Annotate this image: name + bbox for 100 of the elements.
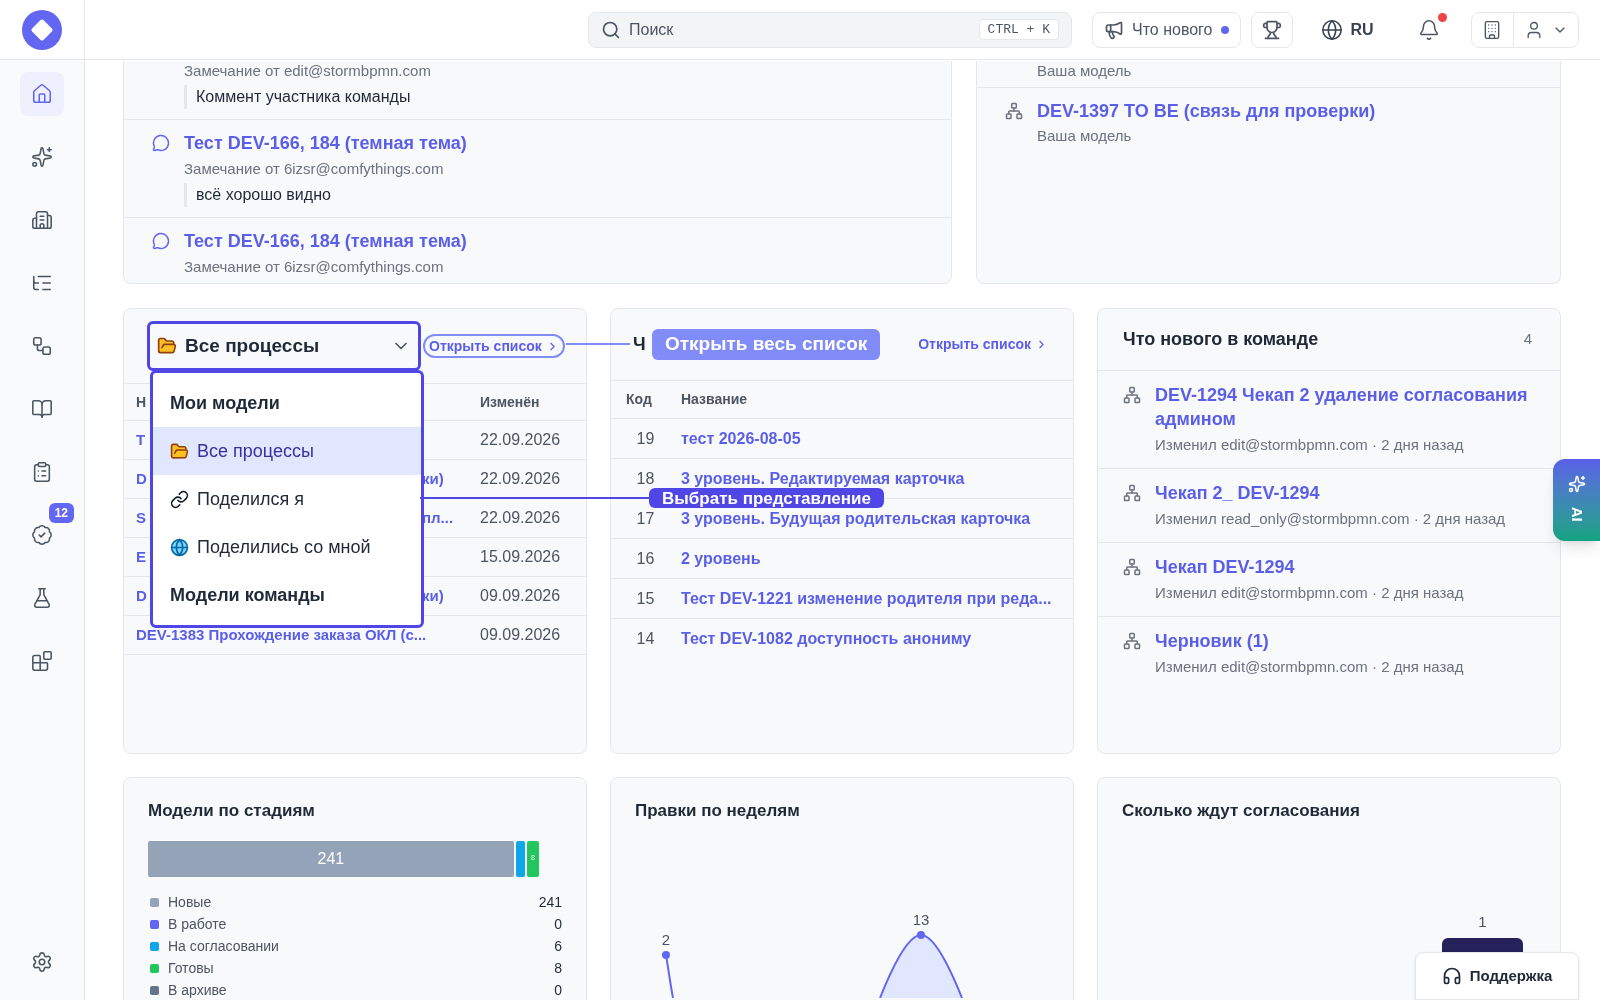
- legend-value: 6: [554, 937, 562, 956]
- table-cell-text: 09.09.2026: [480, 625, 561, 645]
- comment-title-link[interactable]: Тест DEV-166, 184 (темная тема): [184, 229, 467, 253]
- table-cell-text: 16: [635, 548, 656, 569]
- table-cell-text: 22.09.2026: [480, 430, 561, 450]
- comment-title-link[interactable]: Тест DEV-166, 184 (темная тема): [184, 131, 467, 155]
- table-cell-text: 19: [635, 428, 656, 449]
- data-label: 13: [912, 911, 930, 928]
- table-cell-text: 09.09.2026: [480, 586, 561, 606]
- comment-icon: [152, 134, 170, 152]
- data-label: 2: [661, 931, 671, 948]
- legend-value: 241: [538, 893, 562, 912]
- diagram-icon: [1123, 632, 1141, 650]
- model-title-link[interactable]: Чекап 2_ DEV-1294: [1155, 481, 1506, 505]
- column-header: Изменён: [480, 392, 540, 412]
- table-cell-text: 14: [635, 629, 656, 649]
- menu-group-heading: Мои модели: [169, 391, 281, 415]
- model-link[interactable]: Т: [136, 431, 146, 448]
- change-info: Изменил edit@stormbpmn.com · 2 дня назад: [1155, 435, 1465, 455]
- model-link[interactable]: DEV-1383 Прохождение заказа ОКЛ (с...: [136, 626, 427, 643]
- column-header: Название: [681, 390, 748, 409]
- diagram-icon: [1005, 102, 1023, 120]
- diagram-icon: [1123, 484, 1141, 502]
- blocks-icon: [31, 650, 53, 672]
- sparkles-icon: [31, 146, 53, 168]
- model-link[interactable]: D: [136, 470, 147, 487]
- clipboard-icon: [31, 461, 53, 483]
- table-cell-text: 17: [635, 508, 656, 529]
- connector-line: [566, 343, 630, 345]
- model-owner: Ваша модель: [1037, 61, 1132, 81]
- legend-value: 0: [554, 981, 562, 1000]
- tour-hint-tooltip: Открыть весь список: [652, 329, 881, 360]
- column-header: Н: [136, 393, 147, 410]
- workflow-icon: [31, 335, 53, 357]
- table-cell-text: 15: [635, 588, 656, 609]
- shortcut-hint: CTRL + K: [978, 18, 1059, 41]
- book-icon: [31, 398, 53, 420]
- flask-icon: [31, 587, 53, 609]
- model-title-link[interactable]: Чекап DEV-1294: [1155, 555, 1464, 579]
- menu-item[interactable]: Все процессы: [153, 427, 421, 475]
- change-info: Изменил edit@stormbpmn.com · 2 дня назад: [1155, 657, 1464, 677]
- legend-value: 8: [554, 959, 562, 978]
- model-owner: Ваша модель: [1037, 126, 1133, 146]
- comment-quote: всё хорошо видно: [184, 183, 467, 207]
- menu-item[interactable]: Поделился я: [153, 475, 421, 523]
- model-link[interactable]: 2 уровень: [681, 549, 761, 568]
- menu-item[interactable]: Поделились со мной: [153, 523, 421, 571]
- logo-icon[interactable]: [22, 9, 62, 50]
- card-title: Модели по стадиям: [148, 800, 316, 822]
- trophy-icon: [1261, 19, 1282, 40]
- legend-label: Готовы: [168, 959, 215, 978]
- table-cell-text: 22.09.2026: [480, 508, 561, 528]
- link-icon: [170, 489, 189, 509]
- table-cell-text: 18: [635, 468, 656, 489]
- change-info: Изменил read_only@stormbpmn.com · 2 дня назад: [1155, 509, 1506, 529]
- stage-bar-segment: [515, 840, 525, 877]
- model-link[interactable]: Тест DEV-1082 доступность анониму: [681, 630, 972, 648]
- bell-icon: [1417, 18, 1440, 41]
- card-title: Сколько ждут согласования: [1121, 800, 1361, 822]
- model-link[interactable]: 3 уровень. Будущая родительская карточка: [681, 509, 1031, 528]
- menu-group-heading: Модели команды: [169, 583, 326, 607]
- model-link[interactable]: S: [136, 509, 146, 526]
- headset-icon: [1441, 966, 1462, 986]
- open-list-link[interactable]: Открыть список: [918, 334, 1048, 355]
- view-select[interactable]: Все процессы: [147, 321, 421, 371]
- trophy-button[interactable]: [1250, 11, 1293, 48]
- model-link[interactable]: Тест DEV-1221 изменение родителя при реда...: [681, 589, 1052, 608]
- search-input[interactable]: Поиск: [629, 17, 971, 42]
- legend-value: 0: [554, 915, 562, 934]
- model-link[interactable]: тест 2026-08-05: [681, 429, 801, 448]
- table-cell-text: 22.09.2026: [480, 469, 561, 489]
- whats-new-button[interactable]: Что нового: [1092, 11, 1241, 48]
- search-field[interactable]: Поиск CTRL + K: [588, 11, 1072, 48]
- comment-author: Замечание от edit@stormbpmn.com: [184, 61, 431, 81]
- home-icon: [31, 83, 53, 105]
- change-info: Изменил edit@stormbpmn.com · 2 дня назад: [1155, 583, 1464, 603]
- model-link[interactable]: D: [136, 587, 147, 604]
- model-title-link[interactable]: DEV-1397 TO BE (связь для проверки): [1037, 99, 1376, 123]
- model-link[interactable]: E: [136, 548, 146, 565]
- legend-label: Новые: [168, 893, 213, 912]
- globe-icon: [1320, 18, 1343, 41]
- support-button[interactable]: Поддержка: [1415, 952, 1579, 1000]
- count-badge: 12: [48, 503, 74, 523]
- open-list-link[interactable]: Открыть список: [423, 334, 565, 358]
- model-title-link[interactable]: DEV-1294 Чекап 2 удаление согласования админом: [1155, 383, 1540, 431]
- settings-icon: [31, 951, 53, 973]
- model-title-link[interactable]: Черновик (1): [1155, 629, 1464, 653]
- language-button[interactable]: RU: [1320, 17, 1374, 42]
- tour-hint-tooltip: Выбрать представление: [649, 488, 884, 508]
- card-title: Ч: [633, 334, 646, 354]
- nav-item[interactable]: [20, 72, 64, 116]
- table-cell-text: 15.09.2026: [480, 547, 561, 567]
- stage-bar-segment: 241: [148, 840, 514, 877]
- card-title: Правки по неделям: [634, 800, 801, 822]
- diagram-icon: [1123, 558, 1141, 576]
- model-link[interactable]: 3 уровень. Редактируемая карточка: [681, 469, 965, 488]
- comment-quote: Коммент участника команды: [184, 85, 431, 109]
- megaphone-icon: [1104, 19, 1124, 40]
- search-icon: [601, 19, 621, 40]
- ai-assistant-tab[interactable]: AI: [1553, 459, 1600, 541]
